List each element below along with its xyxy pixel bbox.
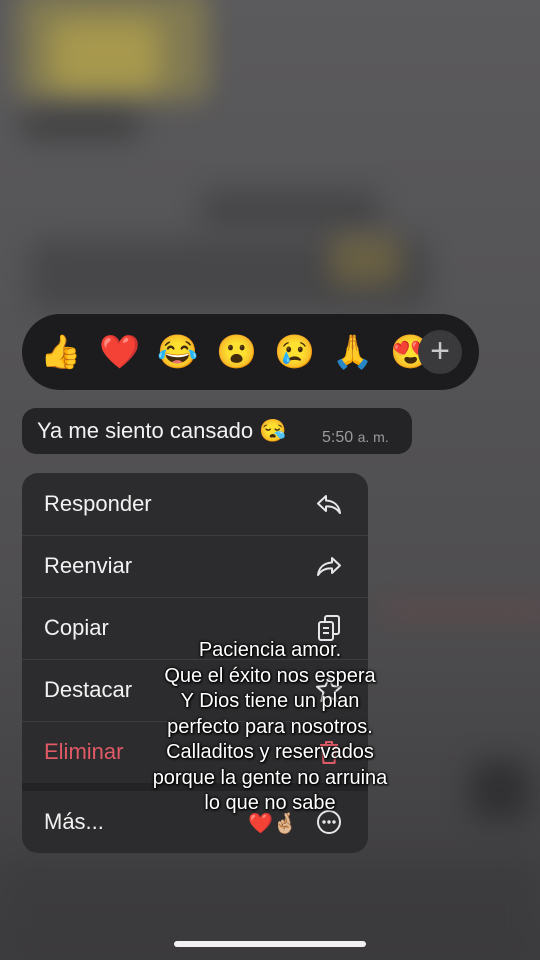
menu-item-reply[interactable]: Responder: [22, 473, 368, 536]
menu-item-label: Eliminar: [44, 739, 124, 764]
message-time: 5:50 a. m.: [322, 429, 389, 446]
menu-item-forward[interactable]: Reenviar: [22, 535, 368, 598]
message-bubble[interactable]: Ya me siento cansado 😪 5:50 a. m.: [22, 408, 412, 454]
menu-item-label: Copiar: [44, 615, 109, 640]
reaction-heart[interactable]: ❤️: [99, 332, 140, 372]
caption-emoji: ❤️🤞🏼: [248, 813, 298, 835]
menu-item-label: Más...: [44, 809, 104, 834]
reply-icon: [317, 495, 341, 514]
caption-line: porque la gente no arruina: [152, 766, 388, 789]
caption-line: Paciencia amor.: [198, 639, 342, 661]
reaction-laughing[interactable]: 😂: [157, 332, 198, 372]
overlay-caption: Paciencia amor. Que el éxito nos espera …: [120, 638, 420, 817]
plus-icon: +: [430, 332, 450, 370]
reaction-bar: 👍 ❤️ 😂 😮 😢 🙏 😍: [22, 314, 479, 390]
caption-line: perfecto para nosotros.: [167, 715, 373, 738]
reaction-surprised[interactable]: 😮: [216, 332, 257, 372]
add-reaction-button[interactable]: +: [418, 330, 462, 374]
caption-line: Calladitos y reservados: [166, 741, 374, 763]
reaction-praying[interactable]: 🙏: [332, 332, 373, 372]
caption-line: Que el éxito nos espera: [164, 664, 376, 687]
message-text: Ya me siento cansado 😪: [37, 418, 287, 443]
menu-item-label: Destacar: [44, 677, 133, 702]
menu-item-label: Responder: [44, 491, 152, 516]
forward-icon: [317, 557, 341, 576]
reaction-thumbs-up[interactable]: 👍: [40, 332, 81, 372]
menu-item-label: Reenviar: [44, 553, 133, 578]
home-indicator[interactable]: [174, 941, 366, 947]
reaction-crying[interactable]: 😢: [274, 332, 315, 372]
caption-line: Y Dios tiene un plan: [180, 690, 360, 712]
